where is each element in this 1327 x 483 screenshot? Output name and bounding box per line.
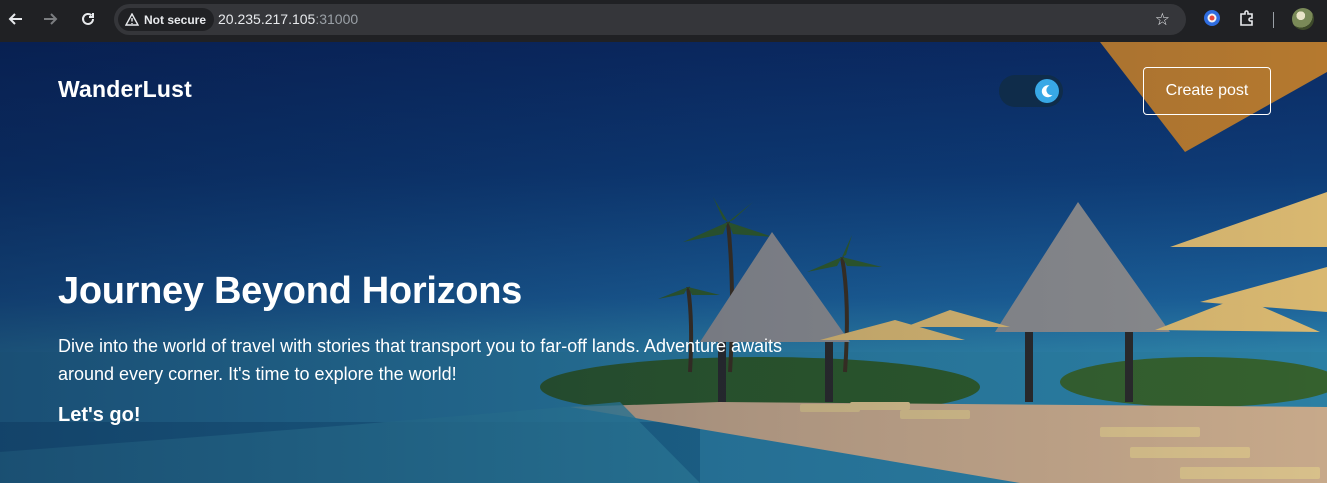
url-text[interactable]: 20.235.217.105:31000 [218, 11, 358, 27]
toolbar-divider [1273, 12, 1274, 28]
hero-title: Journey Beyond Horizons [58, 270, 522, 312]
site-logo[interactable]: WanderLust [58, 76, 192, 103]
hero-overlay [0, 42, 1327, 483]
browser-toolbar: Not secure 20.235.217.105:31000 ☆ [0, 0, 1327, 40]
create-post-button[interactable]: Create post [1143, 67, 1271, 115]
security-label: Not secure [144, 12, 207, 27]
theme-toggle[interactable] [999, 75, 1063, 107]
address-bar[interactable]: Not secure 20.235.217.105:31000 ☆ [114, 4, 1186, 35]
site-security-chip[interactable]: Not secure [118, 8, 215, 31]
back-arrow-icon[interactable] [6, 9, 26, 29]
forward-arrow-icon[interactable] [40, 9, 60, 29]
warning-icon [125, 12, 139, 26]
puzzle-icon[interactable] [1238, 9, 1256, 32]
shield-extension-icon[interactable] [1203, 9, 1221, 32]
hero-subtitle: Dive into the world of travel with stori… [58, 336, 783, 384]
profile-avatar[interactable] [1292, 8, 1314, 30]
reload-icon[interactable] [78, 9, 98, 29]
hero-section: WanderLust Create post Journey Beyond Ho… [0, 42, 1327, 483]
moon-icon [1035, 79, 1059, 103]
star-icon[interactable]: ☆ [1155, 10, 1170, 30]
lets-go-link[interactable]: Let's go! [58, 404, 141, 427]
